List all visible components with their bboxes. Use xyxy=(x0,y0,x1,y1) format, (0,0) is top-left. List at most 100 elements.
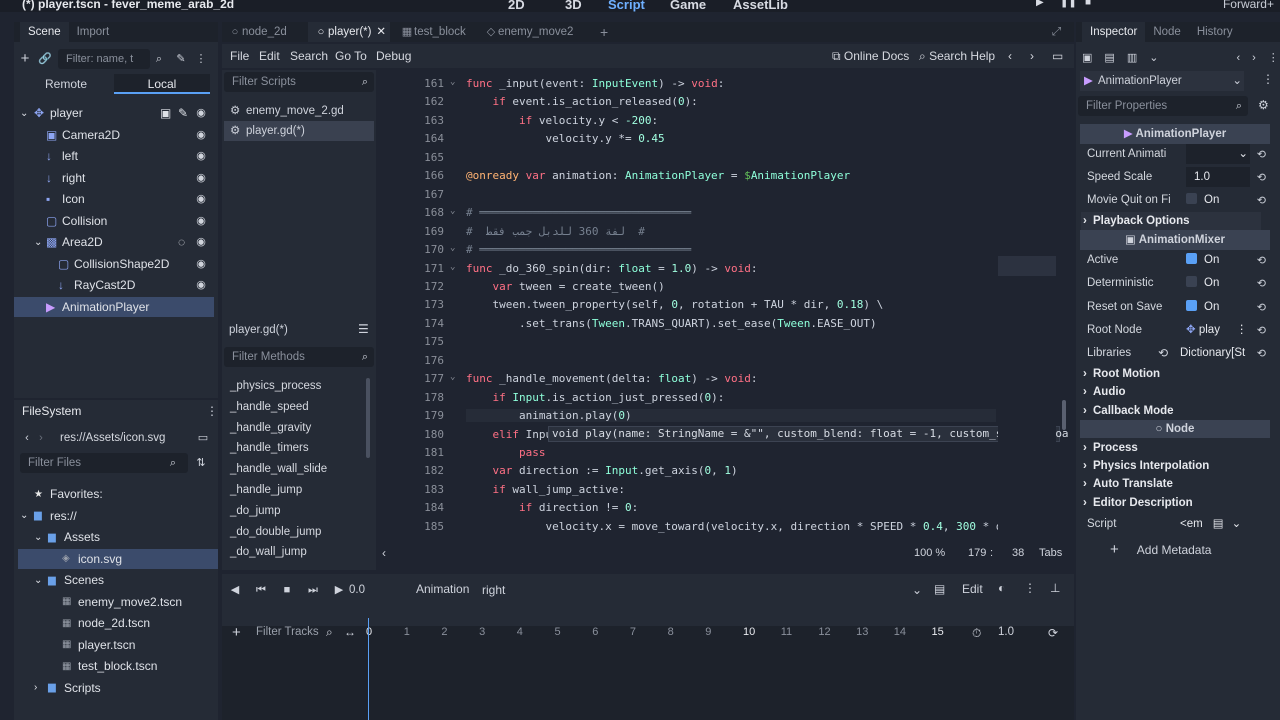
tab-import[interactable]: Import xyxy=(69,22,118,42)
scene-node-animationplayer[interactable]: ▶ AnimationPlayer xyxy=(14,296,214,317)
menu-icon[interactable]: ⋮ xyxy=(1268,51,1279,65)
code-line[interactable]: if event.is_action_released(0): xyxy=(466,95,698,108)
scene-node-area2d[interactable]: ⌄ ▩ Area2D ◌ ◉ xyxy=(14,232,214,252)
sort-icon[interactable]: ☰ xyxy=(358,322,369,336)
zoom-level[interactable]: 100 % xyxy=(914,547,945,559)
new-resource-icon[interactable]: ▣ xyxy=(1082,51,1092,65)
workspace-2d[interactable]: 2D xyxy=(508,0,525,12)
filter-tracks-field[interactable]: Filter Tracks xyxy=(256,626,319,638)
revert-icon[interactable]: ⟲ xyxy=(1257,148,1266,161)
tab-player[interactable]: ○ player(*) ✕ xyxy=(308,22,390,42)
movie-quit-toggle[interactable]: On xyxy=(1186,190,1219,210)
prev-script-icon[interactable]: ‹ xyxy=(1008,49,1012,63)
resource-menu-icon[interactable]: ⌄ xyxy=(1149,51,1158,65)
code-line[interactable]: pass xyxy=(466,446,546,459)
code-line[interactable]: if direction != 0: xyxy=(466,501,638,514)
workspace-3d[interactable]: 3D xyxy=(565,0,582,12)
history-back-icon[interactable]: ‹ xyxy=(1236,51,1240,65)
menu-icon[interactable]: ⋮ xyxy=(1236,324,1248,336)
section-audio[interactable]: › Audio xyxy=(1081,383,1261,401)
code-line[interactable]: func _handle_movement(delta: float) -> v… xyxy=(466,372,757,385)
fs-item-player-tscn[interactable]: ▦ player.tscn xyxy=(18,635,218,655)
menu-goto[interactable]: Go To xyxy=(335,49,367,63)
menu-edit[interactable]: Edit xyxy=(259,49,280,63)
chevron-right-icon[interactable]: › xyxy=(34,682,37,693)
edit-menu[interactable]: Edit xyxy=(962,582,983,596)
scene-filter-input[interactable]: Filter: name, t xyxy=(58,49,150,69)
method-item[interactable]: _do_double_jump xyxy=(230,522,321,542)
fs-item-scripts[interactable]: › ▆ Scripts xyxy=(18,678,218,698)
reload-icon[interactable]: ⟲ xyxy=(1158,346,1168,360)
script-item-player[interactable]: ⚙ player.gd(*) xyxy=(224,121,374,141)
revert-icon[interactable]: ⟲ xyxy=(1257,277,1266,290)
workspace-assetlib[interactable]: AssetLib xyxy=(733,0,788,12)
fs-item-assets[interactable]: ⌄ ▆ Assets xyxy=(18,527,218,547)
next-script-icon[interactable]: › xyxy=(1030,49,1034,63)
stop-icon[interactable]: ■ xyxy=(1085,0,1091,8)
active-toggle[interactable]: On xyxy=(1186,250,1219,270)
fs-filter-input[interactable]: Filter Files xyxy=(20,453,188,473)
fold-icon[interactable]: ⌄ xyxy=(450,77,455,87)
stop-icon[interactable]: ■ xyxy=(280,583,294,597)
animation-select[interactable]: right ⌄ xyxy=(480,580,926,600)
section-auto-translate[interactable]: › Auto Translate xyxy=(1081,475,1261,493)
code-line[interactable]: tween.tween_property(self, 0, rotation +… xyxy=(466,298,883,311)
tab-enemy-move2[interactable]: ◇ enemy_move2 xyxy=(478,22,578,42)
code-editor[interactable]: 161 func _input(event: InputEvent) -> voi… xyxy=(378,70,1068,540)
visibility-icon[interactable]: ◉ xyxy=(194,192,208,206)
indent-mode[interactable]: Tabs xyxy=(1039,547,1062,559)
code-line[interactable]: func _do_360_spin(dir: float = 1.0) -> v… xyxy=(466,262,757,275)
filter-methods-input[interactable]: Filter Methods xyxy=(224,347,374,367)
tab-inspector[interactable]: Inspector xyxy=(1082,22,1146,42)
root-node-field[interactable]: ✥ play ⋮ xyxy=(1186,320,1247,340)
code-line[interactable]: @onready var animation: AnimationPlayer … xyxy=(466,169,850,182)
add-tab-icon[interactable]: + xyxy=(580,22,608,42)
script-icon[interactable]: ✎ xyxy=(178,106,188,120)
tab-scene[interactable]: Scene xyxy=(20,22,69,42)
chevron-down-icon[interactable]: ⌄ xyxy=(20,510,28,521)
code-line[interactable]: # لفة 360 للدبل جمب فقط # xyxy=(466,225,645,238)
visibility-icon[interactable]: ◉ xyxy=(194,214,208,228)
distraction-free-icon[interactable]: ⤢ xyxy=(1052,22,1061,42)
fit-icon[interactable]: ↔ xyxy=(344,625,356,639)
load-icon[interactable]: ▤ xyxy=(1104,51,1114,65)
chevron-down-icon[interactable]: ⌄ xyxy=(34,532,42,543)
play-backwards-start-icon[interactable]: ⏮ xyxy=(254,583,268,597)
method-item[interactable]: _do_jump xyxy=(230,501,281,521)
workspace-script[interactable]: Script xyxy=(608,0,645,12)
scene-node-icon[interactable]: ▪ Icon ◉ xyxy=(14,189,214,209)
visibility-icon[interactable]: ◉ xyxy=(194,171,208,185)
loop-icon[interactable]: ⟳ xyxy=(1048,626,1058,640)
play-backwards-icon[interactable]: ◀ xyxy=(228,583,242,597)
renderer-label[interactable]: Forward+ xyxy=(1223,0,1274,11)
filter-properties-input[interactable]: Filter Properties xyxy=(1078,96,1248,116)
chevron-down-icon[interactable]: ⌄ xyxy=(34,237,42,248)
playhead[interactable] xyxy=(368,618,369,720)
scene-node-right[interactable]: ↓ right ◉ xyxy=(14,168,214,188)
tab-node[interactable]: Node xyxy=(1145,22,1189,42)
play-icon[interactable]: ▶ xyxy=(1036,0,1044,8)
add-track-icon[interactable]: + xyxy=(232,624,241,641)
fs-item-scenes[interactable]: ⌄ ▆ Scenes xyxy=(18,570,218,590)
pin-icon[interactable]: ⊥ xyxy=(1050,581,1060,595)
code-line[interactable]: if velocity.y < -200: xyxy=(466,114,658,127)
fs-item-test-block-tscn[interactable]: ▦ test_block.tscn xyxy=(18,656,218,676)
scene-node-camera2d[interactable]: ▣ Camera2D ◉ xyxy=(14,125,214,145)
link-icon[interactable]: 🔗 xyxy=(38,52,52,66)
group-icon[interactable]: ▣ xyxy=(160,106,171,120)
fs-item-favorites[interactable]: ★ Favorites: xyxy=(18,484,218,504)
scene-node-left[interactable]: ↓ left ◉ xyxy=(14,146,214,166)
fs-item-node-2d-tscn[interactable]: ▦ node_2d.tscn xyxy=(18,613,218,633)
close-icon[interactable]: ✕ xyxy=(376,22,386,42)
menu-search[interactable]: Search xyxy=(290,49,328,63)
menu-icon[interactable]: ⋮ xyxy=(206,404,218,418)
deterministic-toggle[interactable]: On xyxy=(1186,273,1219,293)
fold-icon[interactable]: ⌄ xyxy=(450,262,455,272)
revert-icon[interactable]: ⟲ xyxy=(1257,301,1266,314)
code-line[interactable]: var direction := Input.get_axis(0, 1) xyxy=(466,464,738,477)
chevron-down-icon[interactable]: ⌄ xyxy=(20,108,28,119)
revert-icon[interactable]: ⟲ xyxy=(1257,194,1266,207)
online-docs-button[interactable]: ⧉ Online Docs xyxy=(832,49,909,64)
scene-node-collisionshape2d[interactable]: ▢ CollisionShape2D ◉ xyxy=(14,254,214,274)
forward-icon[interactable]: › xyxy=(34,431,48,445)
